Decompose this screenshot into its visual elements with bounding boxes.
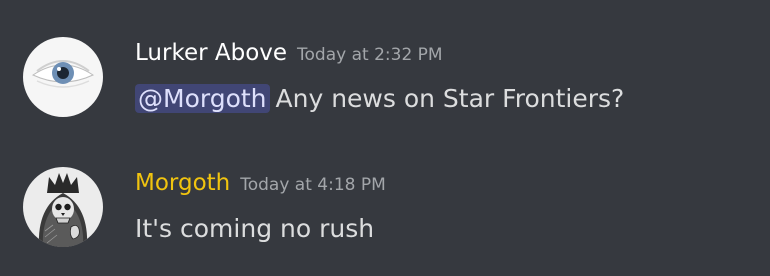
timestamp: Today at 4:18 PM — [240, 175, 386, 195]
user-mention[interactable]: @Morgoth — [135, 84, 270, 113]
crowned-skull-icon — [23, 167, 103, 247]
eye-icon — [23, 37, 103, 117]
timestamp: Today at 2:32 PM — [297, 45, 443, 65]
chat-messages: Lurker Above Today at 2:32 PM @Morgoth Any… — [0, 0, 770, 276]
message-text: It's coming no rush — [135, 214, 375, 243]
message-text: Any news on Star Frontiers? — [275, 84, 625, 113]
message-header: Morgoth Today at 4:18 PM — [135, 168, 386, 200]
message-header: Lurker Above Today at 2:32 PM — [135, 38, 443, 70]
username[interactable]: Morgoth — [135, 170, 230, 196]
avatar[interactable] — [23, 167, 103, 247]
username[interactable]: Lurker Above — [135, 40, 287, 66]
message-content: @Morgoth Any news on Star Frontiers? — [135, 82, 624, 116]
message-content: It's coming no rush — [135, 212, 374, 246]
avatar[interactable] — [23, 37, 103, 117]
